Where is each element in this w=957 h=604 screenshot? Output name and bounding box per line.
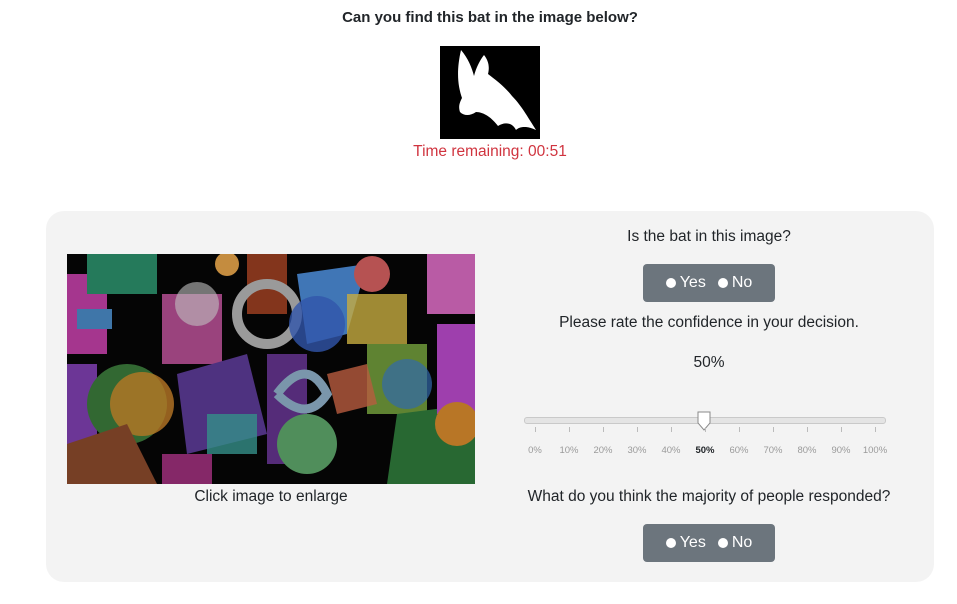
slider-tick-labels: 0% 10% 20% 30% 40% 50% 60% 70% 80% 90% 1… — [514, 445, 894, 459]
q2-no-label: No — [731, 534, 753, 551]
q1-yes-label: Yes — [679, 274, 706, 291]
q2-radio-group: Yes No — [643, 524, 775, 562]
enlarge-caption: Click image to enlarge — [194, 488, 348, 505]
slider-tick — [841, 427, 842, 432]
q1-yes-option[interactable]: Yes — [665, 274, 706, 292]
q1-no-option[interactable]: No — [717, 274, 753, 292]
slider-handle-icon[interactable] — [697, 411, 711, 431]
slider-tick — [569, 427, 570, 432]
slider-tick — [603, 427, 604, 432]
radio-icon — [717, 538, 728, 548]
slider-tick — [535, 427, 536, 432]
slider-tick — [705, 427, 706, 432]
bat-icon — [458, 50, 536, 130]
q1-radio-group: Yes No — [643, 264, 775, 302]
radio-icon — [665, 278, 676, 288]
slider-tick — [773, 427, 774, 432]
target-image — [440, 46, 540, 139]
tick-label: 100% — [862, 445, 888, 456]
q2-prompt: What do you think the majority of people… — [527, 488, 891, 505]
question-title: Can you find this bat in the image below… — [342, 9, 638, 26]
q1-prompt: Is the bat in this image? — [627, 228, 791, 245]
stimulus-image[interactable] — [67, 254, 475, 484]
confidence-slider[interactable] — [521, 407, 889, 435]
q2-yes-label: Yes — [679, 534, 706, 551]
q2-yes-option[interactable]: Yes — [665, 534, 706, 552]
radio-icon — [665, 538, 676, 548]
slider-tick — [875, 427, 876, 432]
timer-text: Time remaining: 00:51 — [413, 143, 567, 160]
q2-no-option[interactable]: No — [717, 534, 753, 552]
slider-tick — [671, 427, 672, 432]
q1-no-label: No — [731, 274, 753, 291]
confidence-value: 50% — [693, 354, 725, 371]
slider-tick — [739, 427, 740, 432]
slider-tick — [807, 427, 808, 432]
radio-icon — [717, 278, 728, 288]
confidence-prompt: Please rate the confidence in your decis… — [559, 314, 859, 331]
slider-tick — [637, 427, 638, 432]
